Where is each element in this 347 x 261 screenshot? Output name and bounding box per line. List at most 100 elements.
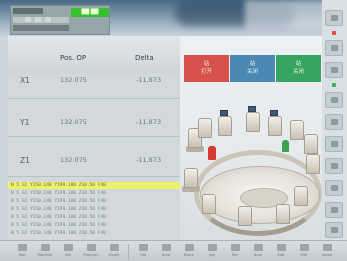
auto-icon (254, 244, 263, 251)
button-line2: 关闭 (246, 69, 258, 75)
program-line[interactable]: N 5 G1 Y150.140 Y199.180 Z10.50 F40 (8, 222, 180, 229)
home-icon (323, 244, 332, 251)
program-line[interactable]: N 5 G1 Y150.140 Y199.180 Z10.50 F40 (8, 230, 180, 237)
header-indicator (35, 17, 41, 22)
station (306, 154, 320, 174)
status-badge[interactable]: ██ ██ (71, 8, 109, 17)
station-close-button-2[interactable]: 站 关闭 (276, 55, 321, 82)
program-line[interactable]: N 5 G1 Y150.140 Y199.180 Z10.50 F40 (8, 214, 180, 221)
side-button[interactable] (325, 62, 343, 78)
axis-label: Y1 (20, 118, 30, 127)
panel-icon (331, 141, 338, 147)
toolbar-button[interactable]: Set (56, 243, 80, 260)
program-icon (87, 244, 96, 251)
monitor-icon (220, 110, 228, 116)
program-line[interactable]: N 5 G1 Y150.140 Y199.180 Z10.50 F40 (8, 190, 180, 197)
pos-value: 132.075 (60, 76, 87, 84)
toolbar-button[interactable]: Stop (154, 243, 178, 260)
side-button[interactable] (325, 158, 343, 174)
station (268, 116, 282, 136)
toolbar-button[interactable]: MDI (292, 243, 316, 260)
toolbar-button[interactable]: Machine (33, 243, 57, 260)
station (304, 134, 318, 154)
station-open-button[interactable]: 站 打开 (184, 55, 229, 82)
toolbar-label: Single (108, 253, 120, 257)
toolbar-button[interactable]: Program (79, 243, 103, 260)
header-panel: ██ ██ (10, 5, 110, 35)
header-indicator (25, 17, 31, 22)
panel-icon (331, 185, 338, 191)
toolbar-button[interactable]: Opt (131, 243, 155, 260)
toolbar-label: Set (65, 253, 71, 257)
station (246, 112, 260, 132)
station (202, 194, 216, 214)
program-line[interactable]: N 5 G1 Y150.140 Y199.180 Z10.50 F40 (8, 206, 180, 213)
toolbar-button[interactable]: Auto (246, 243, 270, 260)
side-button[interactable] (325, 136, 343, 152)
toolbar-separator (128, 244, 129, 259)
toolbar-button[interactable]: Block (177, 243, 201, 260)
side-button[interactable] (325, 40, 343, 56)
toolbar-button[interactable]: Single (102, 243, 126, 260)
axis-label: Z1 (20, 156, 30, 165)
panel-icon (331, 163, 338, 169)
toolbar-button[interactable]: Jog (200, 243, 224, 260)
toolbar-button[interactable]: Ref (223, 243, 247, 260)
side-button[interactable] (325, 222, 343, 238)
column-header-pos: Pos. OP (60, 54, 87, 62)
program-line-active[interactable]: N 5 G1 Y150.140 Y199.180 Z10.50 F40 (8, 182, 180, 189)
operator-red (208, 146, 216, 160)
single-icon (110, 244, 119, 251)
toolbar-label: Auto (253, 253, 263, 257)
station (276, 204, 290, 224)
station (294, 186, 308, 206)
button-line1: 站 (295, 61, 302, 67)
header-row (13, 8, 43, 14)
ref-icon (231, 244, 240, 251)
delta-value: -11,873 (136, 156, 162, 164)
header-row (13, 17, 69, 23)
operator-green (282, 140, 289, 152)
button-line1: 站 (249, 61, 256, 67)
station (218, 116, 232, 136)
mdi-icon (300, 244, 309, 251)
toolbar-label: Machine (37, 253, 53, 257)
axis-label: X1 (20, 76, 30, 85)
pos-value: 132.075 (60, 156, 87, 164)
bottom-toolbar: Tool Machine Set Program Single Opt Stop… (0, 240, 347, 261)
side-button[interactable] (325, 92, 343, 108)
panel-icon (331, 207, 338, 213)
opt-icon (139, 244, 148, 251)
toolbar-button[interactable]: Tool (10, 243, 34, 260)
header-indicator (45, 17, 51, 22)
pos-value: 132.075 (60, 118, 87, 126)
toolbar-label: Edit (277, 253, 285, 257)
station (184, 168, 198, 188)
side-button[interactable] (325, 180, 343, 196)
row-divider (8, 176, 180, 177)
toolbar-label: Stop (161, 253, 171, 257)
button-line2: 关闭 (292, 69, 304, 75)
panel-icon (331, 15, 338, 21)
side-button[interactable] (325, 202, 343, 218)
tool-icon (18, 244, 27, 251)
toolbar-button[interactable]: Edit (269, 243, 293, 260)
toolbar-label: MDI (300, 253, 308, 257)
edit-icon (277, 244, 286, 251)
panel-icon (331, 119, 338, 125)
panel-icon (331, 97, 338, 103)
panel-icon (331, 67, 338, 73)
toolbar-label: Block (184, 253, 194, 257)
toolbar-label: Ref (232, 253, 238, 257)
toolbar-button[interactable]: Home (315, 243, 339, 260)
machine-icon (41, 244, 50, 251)
table-header: Pos. OP Delta (8, 36, 180, 74)
side-button[interactable] (325, 10, 343, 26)
program-line[interactable]: N 5 G1 Y150.140 Y199.180 Z10.50 F40 (8, 198, 180, 205)
side-button[interactable] (325, 114, 343, 130)
row-divider (8, 136, 180, 137)
toolbar-label: Home (321, 253, 333, 257)
station-close-button[interactable]: 站 关闭 (230, 55, 275, 82)
toolbar-label: Opt (139, 253, 147, 257)
panel-icon (331, 45, 338, 51)
